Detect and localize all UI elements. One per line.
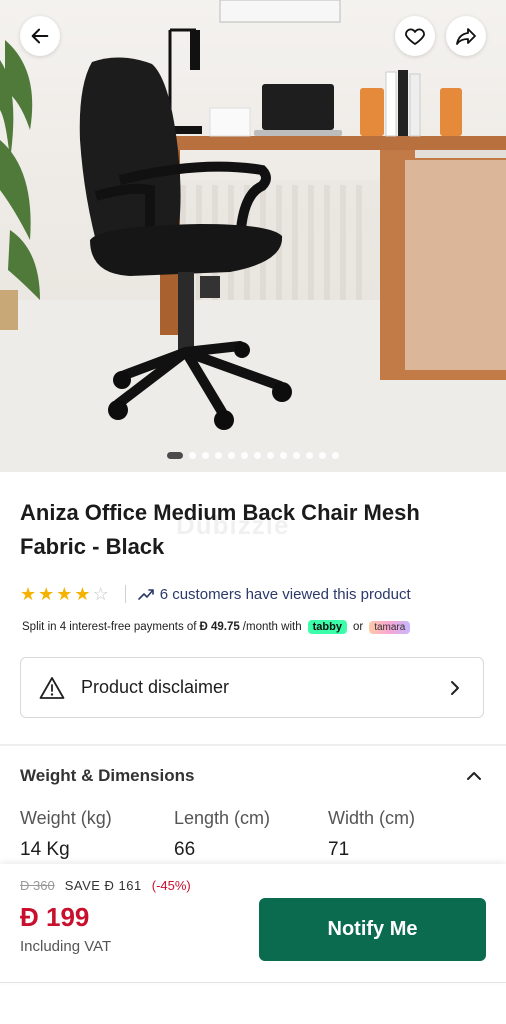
dimension-value: 66	[174, 839, 196, 860]
views-text: 6 customers have viewed this product	[159, 585, 411, 603]
product-photo	[0, 0, 506, 472]
current-price: Đ 199	[20, 902, 90, 932]
weight-dimensions-header[interactable]: Weight & Dimensions	[20, 766, 486, 786]
pagination-dot[interactable]	[254, 452, 261, 459]
tamara-logo: tamara	[369, 620, 411, 634]
pagination-dot[interactable]	[167, 452, 183, 459]
notify-me-button[interactable]: Notify Me	[259, 898, 486, 961]
installment-currency: Đ	[199, 621, 208, 633]
heart-icon	[405, 28, 425, 45]
pagination-dot[interactable]	[202, 452, 209, 459]
views-info: 6 customers have viewed this product	[137, 585, 411, 603]
save-amount: SAVE Đ 161	[64, 878, 142, 893]
tabby-logo: tabby	[307, 620, 347, 634]
star-filled-icon: ★	[56, 584, 73, 604]
star-rating[interactable]: ★ ★ ★ ★ ☆	[20, 585, 109, 603]
pagination-dot[interactable]	[215, 452, 222, 459]
pagination-dot[interactable]	[280, 452, 287, 459]
star-empty-icon: ☆	[92, 584, 109, 604]
installment-or: or	[352, 621, 364, 633]
star-filled-icon: ★	[20, 584, 37, 604]
installment-amount: 49.75	[211, 621, 240, 633]
section-title: Weight & Dimensions	[20, 766, 195, 785]
pagination-dot[interactable]	[293, 452, 300, 459]
dimension-label: Weight (kg)	[20, 808, 112, 828]
product-title: Aniza Office Medium Back Chair Mesh Fabr…	[20, 500, 420, 559]
installment-prefix: Split in 4 interest-free payments of	[22, 621, 197, 633]
warning-icon	[39, 676, 65, 699]
product-disclaimer-button[interactable]: Product disclaimer	[20, 657, 484, 718]
pagination-dot[interactable]	[189, 452, 196, 459]
rating-row: ★ ★ ★ ★ ☆ 6 customers have viewed this produ…	[20, 582, 486, 606]
pagination-dot[interactable]	[306, 452, 313, 459]
dimension-value: 71	[328, 839, 350, 860]
pagination-dot[interactable]	[319, 452, 326, 459]
share-button[interactable]	[446, 16, 486, 56]
gallery-pagination[interactable]	[0, 452, 506, 459]
back-button[interactable]	[20, 16, 60, 56]
star-filled-icon: ★	[38, 584, 55, 604]
price-savings-row: Đ 360 SAVE Đ 161 (-45%)	[20, 878, 191, 893]
dimension-value: 14 Kg	[20, 839, 70, 860]
dimension-length: Length (cm) 66	[174, 808, 328, 861]
pagination-dot[interactable]	[267, 452, 274, 459]
product-image-gallery[interactable]	[0, 0, 506, 472]
dimension-width: Width (cm) 71	[328, 808, 482, 861]
disclaimer-label: Product disclaimer	[81, 677, 230, 697]
trending-up-icon	[137, 589, 154, 600]
share-icon	[456, 28, 476, 45]
chevron-up-icon	[467, 772, 481, 780]
chevron-right-icon	[451, 680, 459, 695]
installment-suffix: /month with	[242, 621, 302, 633]
old-price: Đ 360	[20, 878, 55, 893]
dimension-weight: Weight (kg) 14 Kg	[20, 808, 174, 861]
vat-note: Including VAT	[20, 938, 112, 955]
pagination-dot[interactable]	[241, 452, 248, 459]
dimension-label: Length (cm)	[174, 808, 271, 828]
discount-percent: (-45%)	[151, 878, 191, 893]
arrow-left-icon	[31, 28, 49, 44]
purchase-bar: Đ 360 SAVE Đ 161 (-45%) Đ 199 Including …	[0, 864, 506, 983]
installment-info[interactable]: Split in 4 interest-free payments of Đ 4…	[22, 620, 411, 634]
dimension-label: Width (cm)	[328, 808, 415, 828]
pagination-dot[interactable]	[228, 452, 235, 459]
wishlist-button[interactable]	[395, 16, 435, 56]
dimensions-grid: Weight (kg) 14 Kg Length (cm) 66 Width (…	[20, 808, 486, 861]
divider	[124, 585, 126, 603]
section-divider	[0, 744, 506, 746]
star-filled-icon: ★	[74, 584, 91, 604]
pagination-dot[interactable]	[332, 452, 339, 459]
